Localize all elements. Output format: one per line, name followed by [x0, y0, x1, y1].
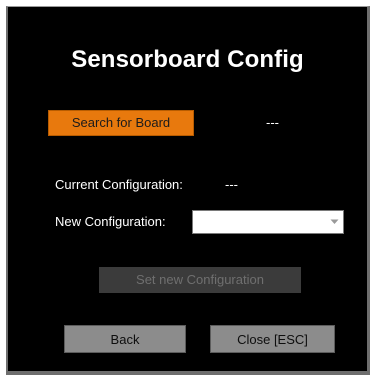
- window-title: Sensorboard Config: [71, 46, 304, 73]
- new-config-select[interactable]: [192, 210, 344, 234]
- search-status: ---: [266, 115, 279, 130]
- chevron-down-icon[interactable]: [326, 211, 343, 233]
- close-button[interactable]: Close [ESC]: [210, 325, 335, 353]
- back-button[interactable]: Back: [64, 325, 186, 353]
- search-board-button[interactable]: Search for Board: [48, 110, 194, 136]
- set-new-config-button[interactable]: Set new Configuration: [99, 267, 301, 293]
- current-config-value: ---: [225, 177, 238, 192]
- current-config-label: Current Configuration:: [55, 177, 183, 192]
- config-window: Sensorboard Config Search for Board --- …: [6, 6, 370, 375]
- new-config-label: New Configuration:: [55, 214, 166, 229]
